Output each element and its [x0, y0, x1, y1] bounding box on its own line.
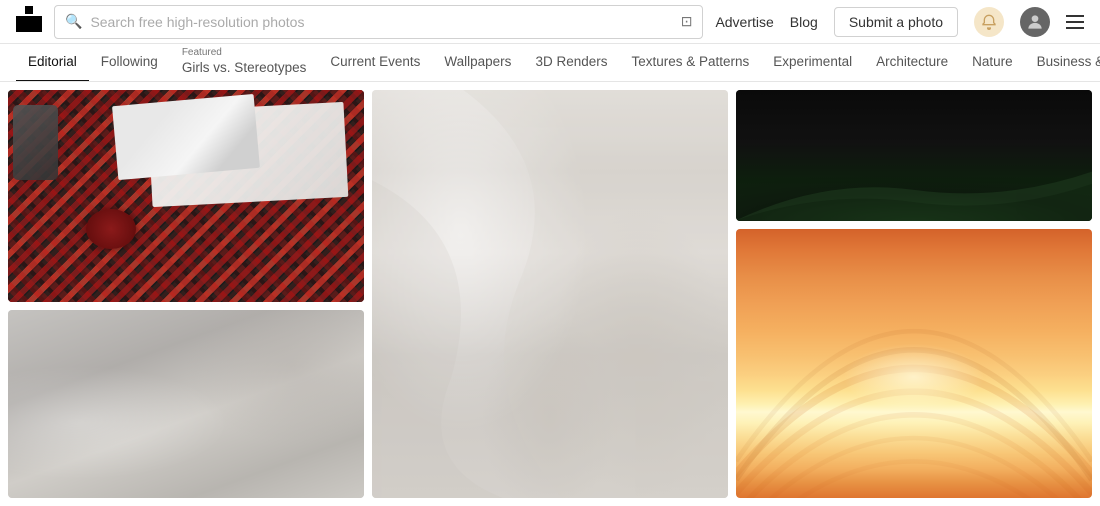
gallery-col-2	[372, 90, 728, 498]
hamburger-menu-button[interactable]	[1066, 15, 1084, 29]
search-bar[interactable]: 🔍 ⊡	[54, 5, 703, 39]
notification-icon-button[interactable]	[974, 7, 1004, 37]
advertise-link[interactable]: Advertise	[715, 14, 773, 30]
blog-link[interactable]: Blog	[790, 14, 818, 30]
submit-photo-button[interactable]: Submit a photo	[834, 7, 958, 37]
gallery	[0, 82, 1100, 506]
tab-textures-patterns[interactable]: Textures & Patterns	[619, 44, 761, 82]
tab-girls-vs-stereotypes[interactable]: Featured Girls vs. Stereotypes	[170, 44, 319, 82]
user-avatar[interactable]	[1020, 7, 1050, 37]
gallery-image-orange-gradient[interactable]	[736, 229, 1092, 498]
nav-tabs: Editorial Following Featured Girls vs. S…	[0, 44, 1100, 82]
tab-following[interactable]: Following	[89, 44, 170, 82]
tab-wallpapers[interactable]: Wallpapers	[432, 44, 523, 82]
unsplash-logo[interactable]	[16, 6, 42, 37]
gallery-image-black-green[interactable]	[736, 90, 1092, 221]
tab-business-work[interactable]: Business & Work	[1025, 44, 1100, 82]
tab-3d-renders[interactable]: 3D Renders	[523, 44, 619, 82]
tab-architecture[interactable]: Architecture	[864, 44, 960, 82]
gallery-image-white-abstract[interactable]	[372, 90, 728, 498]
tab-current-events[interactable]: Current Events	[318, 44, 432, 82]
gallery-col-3	[736, 90, 1092, 498]
tab-editorial[interactable]: Editorial	[16, 44, 89, 82]
header: 🔍 ⊡ Advertise Blog Submit a photo	[0, 0, 1100, 44]
gallery-image-grey-abstract[interactable]	[8, 310, 364, 498]
tab-experimental[interactable]: Experimental	[761, 44, 864, 82]
camera-search-icon[interactable]: ⊡	[681, 13, 693, 30]
tab-nature[interactable]: Nature	[960, 44, 1025, 82]
gallery-image-carpet[interactable]	[8, 90, 364, 302]
search-input[interactable]	[90, 14, 672, 30]
gallery-col-1	[8, 90, 364, 498]
search-icon: 🔍	[65, 13, 82, 30]
header-nav: Advertise Blog Submit a photo	[715, 7, 1084, 37]
